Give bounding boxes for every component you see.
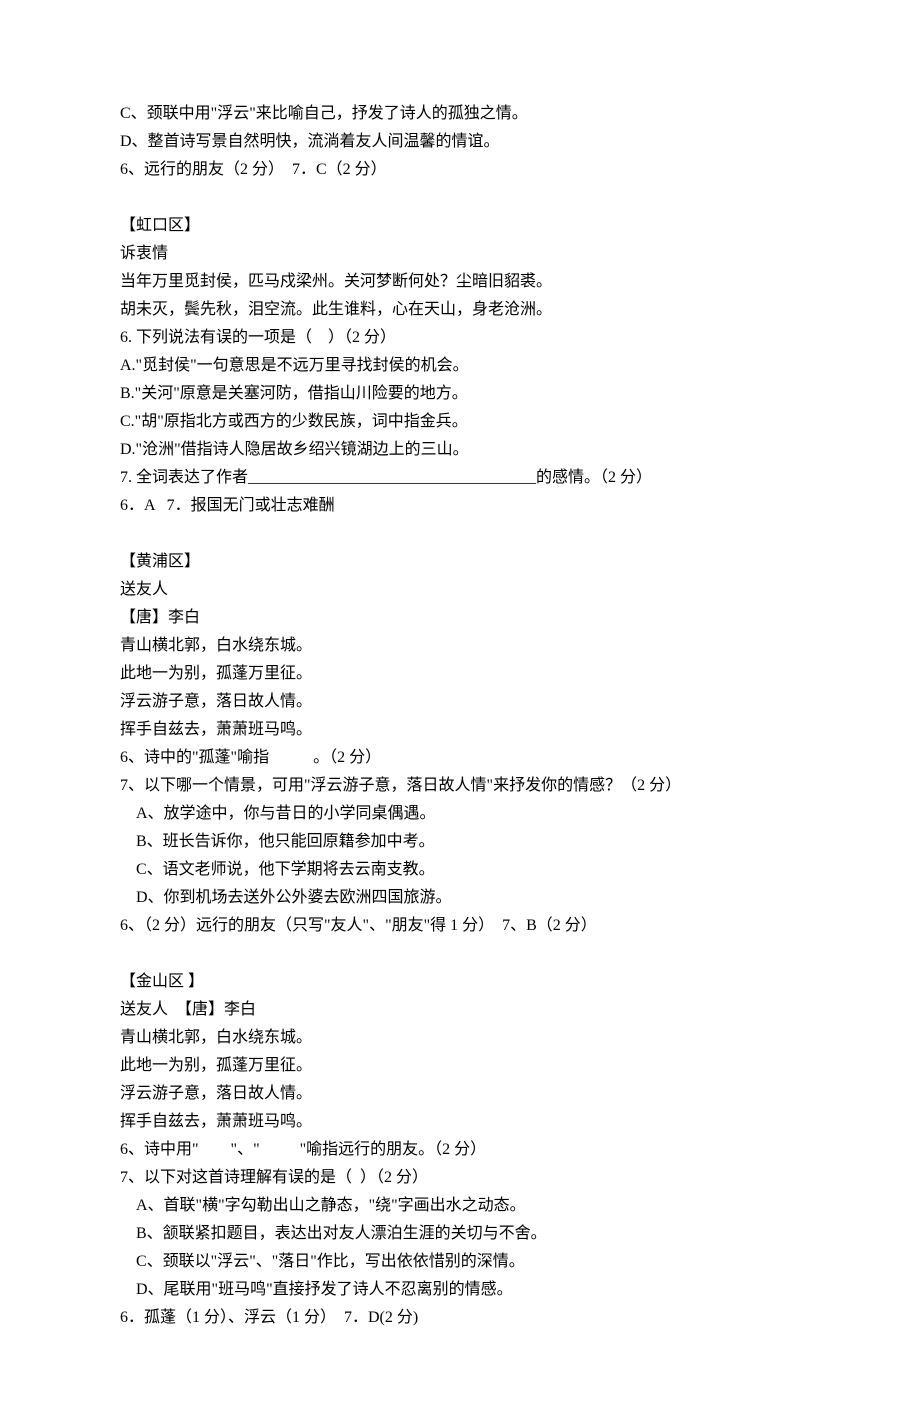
hongkou-poem-line2: 胡未灭，鬓先秋，泪空流。此生谁料，心在天山，身老沧洲。 xyxy=(120,296,800,324)
jinshan-poem-line1: 青山横北郭，白水绕东城。 xyxy=(120,1024,800,1052)
jinshan-answer: 6．孤蓬（1 分）、浮云（1 分） 7．D(2 分) xyxy=(120,1304,800,1332)
huangpu-q7: 7、以下哪一个情景，可用"浮云游子意，落日故人情"来抒发你的情感？（2 分） xyxy=(120,772,800,800)
jinshan-title: 【金山区 】 xyxy=(120,968,800,996)
hongkou-title: 【虹口区】 xyxy=(120,212,800,240)
intro-line-d: D、整首诗写景自然明快，流淌着友人间温馨的情谊。 xyxy=(120,128,800,156)
hongkou-option-d: D."沧洲"借指诗人隐居故乡绍兴镜湖边上的三山。 xyxy=(120,436,800,464)
spacer xyxy=(120,184,800,212)
huangpu-option-a: A、放学途中，你与昔日的小学同桌偶遇。 xyxy=(120,800,800,828)
huangpu-poem-line4: 挥手自兹去，萧萧班马鸣。 xyxy=(120,716,800,744)
hongkou-poem-line1: 当年万里觅封侯，匹马戍梁州。关河梦断何处？尘暗旧貂裘。 xyxy=(120,268,800,296)
huangpu-option-c: C、语文老师说，他下学期将去云南支教。 xyxy=(120,856,800,884)
huangpu-poem-line2: 此地一为别，孤蓬万里征。 xyxy=(120,660,800,688)
huangpu-option-b: B、班长告诉你，他只能回原籍参加中考。 xyxy=(120,828,800,856)
jinshan-poem-line3: 浮云游子意，落日故人情。 xyxy=(120,1080,800,1108)
hongkou-option-a: A."觅封侯"一句意思是不远万里寻找封侯的机会。 xyxy=(120,352,800,380)
hongkou-option-b: B."关河"原意是关塞河防，借指山川险要的地方。 xyxy=(120,380,800,408)
spacer xyxy=(120,520,800,548)
huangpu-poem-title: 送友人 xyxy=(120,576,800,604)
hongkou-q6: 6. 下列说法有误的一项是（ ）（2 分） xyxy=(120,324,800,352)
hongkou-poem-title: 诉衷情 xyxy=(120,240,800,268)
jinshan-poem-line2: 此地一为别，孤蓬万里征。 xyxy=(120,1052,800,1080)
hongkou-answer: 6．A 7．报国无门或壮志难酬 xyxy=(120,492,800,520)
jinshan-option-c: C、颈联以"浮云"、"落日"作比，写出依依惜别的深情。 xyxy=(120,1248,800,1276)
huangpu-poem-line3: 浮云游子意，落日故人情。 xyxy=(120,688,800,716)
jinshan-option-b: B、颔联紧扣题目，表达出对友人漂泊生涯的关切与不舍。 xyxy=(120,1220,800,1248)
intro-line-c: C、颈联中用"浮云"来比喻自己，抒发了诗人的孤独之情。 xyxy=(120,100,800,128)
jinshan-q6: 6、诗中用" "、" "喻指远行的朋友。（2 分） xyxy=(120,1136,800,1164)
huangpu-answer: 6、（2 分）远行的朋友（只写"友人"、"朋友"得 1 分） 7、B（2 分） xyxy=(120,912,800,940)
jinshan-q7: 7、以下对这首诗理解有误的是（ ）（2 分） xyxy=(120,1164,800,1192)
jinshan-poem-title: 送友人 【唐】李白 xyxy=(120,996,800,1024)
jinshan-poem-line4: 挥手自兹去，萧萧班马鸣。 xyxy=(120,1108,800,1136)
jinshan-option-a: A、首联"横"字勾勒出山之静态，"绕"字画出水之动态。 xyxy=(120,1192,800,1220)
huangpu-author: 【唐】李白 xyxy=(120,604,800,632)
huangpu-option-d: D、你到机场去送外公外婆去欧洲四国旅游。 xyxy=(120,884,800,912)
spacer xyxy=(120,940,800,968)
hongkou-q7: 7. 全词表达了作者______________________________… xyxy=(120,464,800,492)
intro-answer: 6、远行的朋友（2 分） 7．C（2 分） xyxy=(120,156,800,184)
document-page: C、颈联中用"浮云"来比喻自己，抒发了诗人的孤独之情。 D、整首诗写景自然明快，… xyxy=(0,0,920,1412)
hongkou-option-c: C."胡"原指北方或西方的少数民族，词中指金兵。 xyxy=(120,408,800,436)
huangpu-title: 【黄浦区】 xyxy=(120,548,800,576)
jinshan-option-d: D、尾联用"班马鸣"直接抒发了诗人不忍离别的情感。 xyxy=(120,1276,800,1304)
huangpu-poem-line1: 青山横北郭，白水绕东城。 xyxy=(120,632,800,660)
huangpu-q6: 6、诗中的"孤蓬"喻指 。（2 分） xyxy=(120,744,800,772)
